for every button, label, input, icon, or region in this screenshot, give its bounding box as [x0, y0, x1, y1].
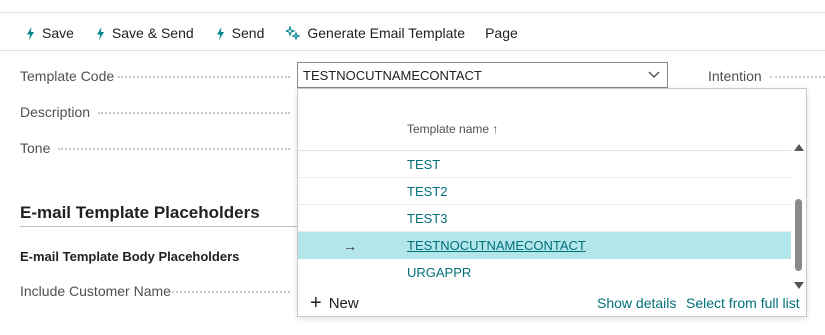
send-button[interactable]: Send	[208, 20, 273, 46]
list-item-value[interactable]: TESTNOCUTNAMECONTACT	[407, 238, 586, 253]
plus-icon: +	[310, 292, 322, 314]
template-code-combobox[interactable]: TESTNOCUTNAMECONTACT	[297, 62, 668, 88]
list-item-value[interactable]: URGAPPR	[407, 265, 471, 280]
generate-email-template-label: Generate Email Template	[307, 25, 466, 41]
scrollbar-thumb[interactable]	[795, 199, 802, 271]
description-label: Description	[20, 104, 91, 120]
list-item[interactable]: TEST	[298, 151, 791, 178]
save-and-send-button[interactable]: Save & Send	[88, 20, 202, 46]
select-from-full-list-link[interactable]: Select from full list	[686, 295, 800, 311]
list-item-selected[interactable]: → TESTNOCUTNAMECONTACT	[298, 232, 791, 259]
leader-dots	[770, 75, 825, 78]
list-item[interactable]: URGAPPR	[298, 259, 791, 286]
scroll-up-icon[interactable]	[794, 144, 804, 151]
save-label: Save	[42, 25, 74, 41]
send-label: Send	[231, 25, 265, 41]
chevron-down-icon[interactable]	[647, 67, 661, 84]
page-menu-button[interactable]: Page	[477, 20, 526, 46]
top-divider	[0, 12, 825, 13]
list-item[interactable]: TEST2	[298, 178, 791, 205]
list-item[interactable]: TEST3	[298, 205, 791, 232]
leader-dots	[98, 111, 290, 114]
lightning-icon	[26, 26, 35, 40]
section-divider	[20, 226, 300, 227]
toolbar-divider	[0, 50, 825, 51]
dropdown-scrollbar[interactable]	[793, 144, 805, 289]
list-item-value[interactable]: TEST	[407, 157, 440, 172]
template-lookup-dropdown: Template name ↑ TEST TEST2 TEST3 → TESTN…	[297, 88, 807, 317]
selected-row-arrow-icon: →	[343, 237, 357, 254]
save-button[interactable]: Save	[18, 20, 82, 46]
scroll-down-icon[interactable]	[794, 282, 804, 289]
list-item-value[interactable]: TEST3	[407, 211, 447, 226]
save-and-send-label: Save & Send	[111, 25, 194, 41]
new-button[interactable]: + New	[310, 293, 359, 313]
template-code-label: Template Code	[20, 68, 115, 84]
leader-dots	[118, 75, 290, 78]
lightning-icon	[96, 26, 105, 40]
lightning-icon	[216, 26, 225, 40]
intention-label: Intention	[708, 68, 762, 84]
subsection-title: E-mail Template Body Placeholders	[20, 249, 240, 264]
page-label: Page	[485, 25, 518, 41]
dropdown-footer: + New Show details Select from full list	[298, 293, 806, 317]
tone-label: Tone	[20, 140, 51, 156]
show-details-link[interactable]: Show details	[597, 295, 676, 311]
action-bar: Save Save & Send Send Generate Email Tem…	[18, 20, 526, 46]
new-label: New	[328, 294, 359, 312]
list-item-value[interactable]: TEST2	[407, 184, 447, 199]
leader-dots	[172, 290, 290, 293]
sparkle-icon	[286, 26, 301, 40]
leader-dots	[58, 147, 290, 150]
template-code-value: TESTNOCUTNAMECONTACT	[303, 67, 482, 83]
include-customer-name-label: Include Customer Name	[20, 283, 171, 299]
section-title: E-mail Template Placeholders	[20, 203, 260, 222]
generate-email-template-button[interactable]: Generate Email Template	[278, 20, 473, 46]
column-header-template-name[interactable]: Template name ↑	[407, 122, 498, 136]
